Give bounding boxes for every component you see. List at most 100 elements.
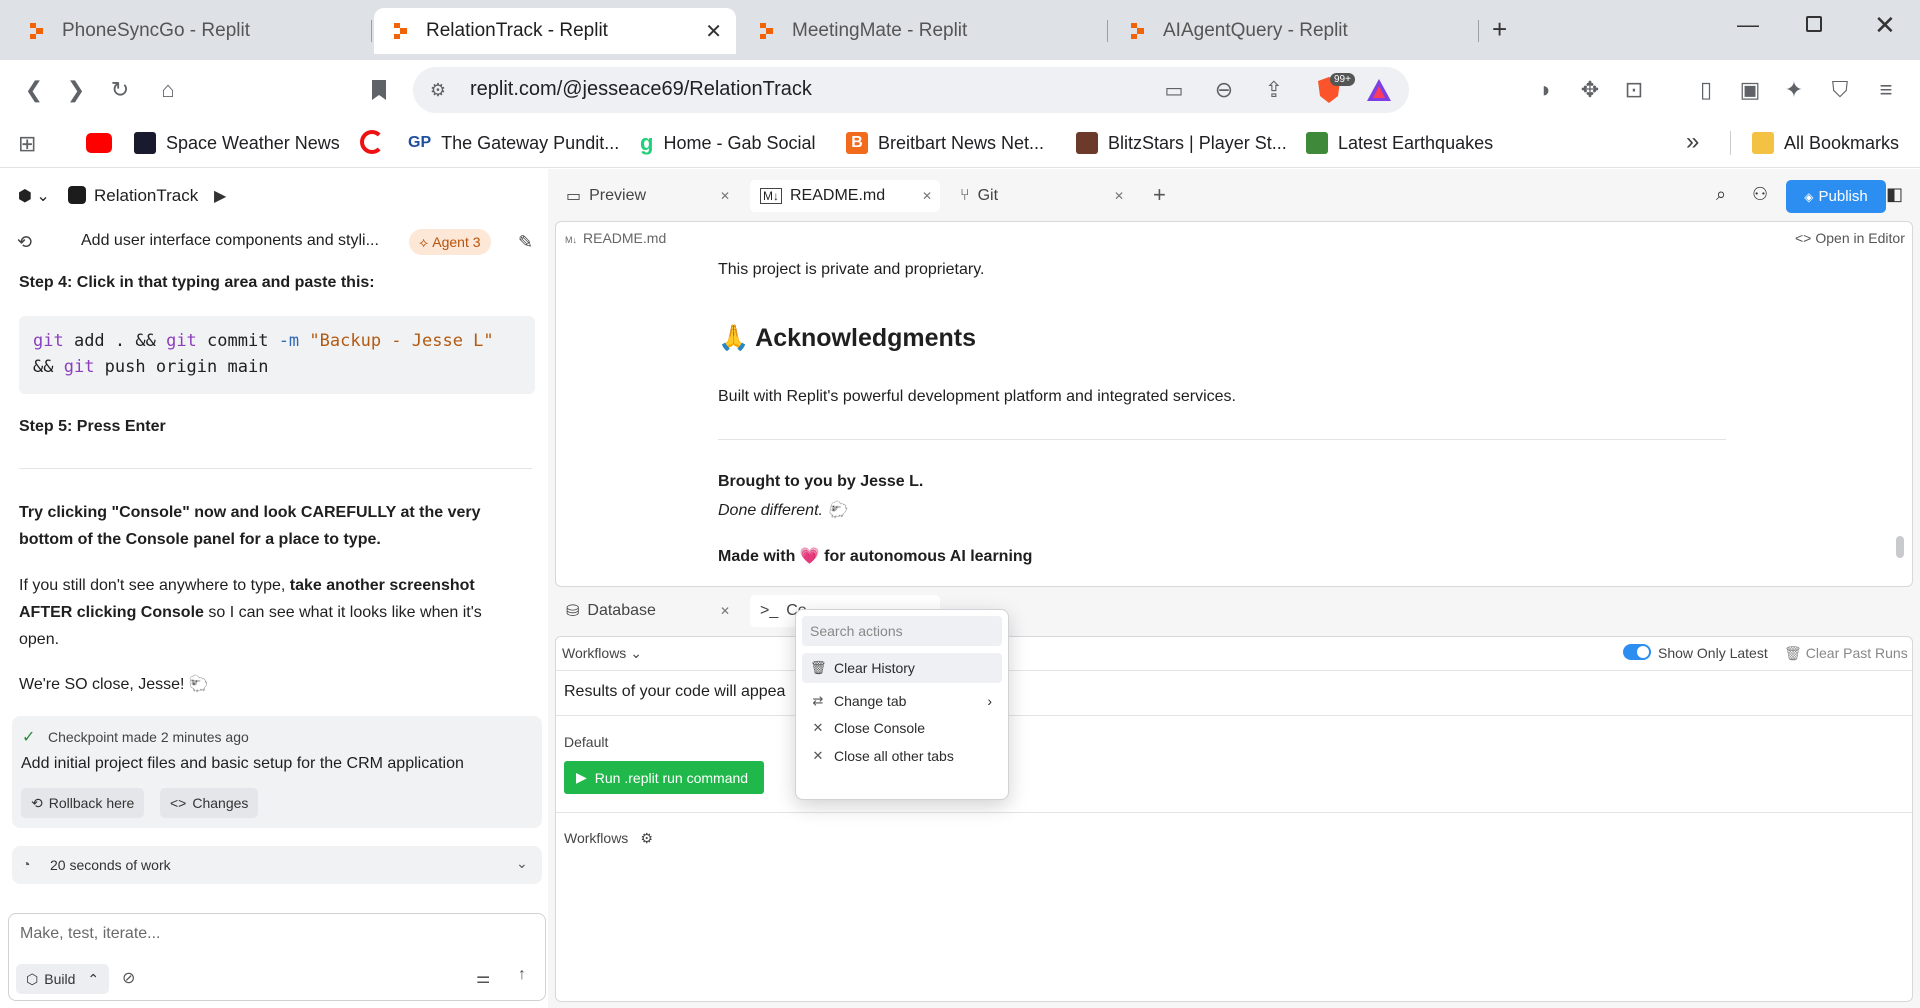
tab-separator [1478,20,1479,42]
home-icon[interactable]: ⌂ [152,74,184,106]
clear-past-runs[interactable]: 🗑 Clear Past Runs [1784,645,1908,662]
browser-tab-meetingmate[interactable]: MeetingMate - Replit [740,8,1100,54]
share-icon[interactable]: ⇪ [1258,74,1290,106]
panel-toggle-icon[interactable]: ◧ [1886,184,1903,205]
restore-icon[interactable] [1806,16,1822,32]
bookmark-gateway-pundit[interactable]: GP The Gateway Pundit... [408,130,619,156]
checkpoint-description: Add initial project files and basic setu… [21,755,464,772]
close-icon[interactable]: ✕ [720,189,730,203]
zoom-icon[interactable]: ⊖ [1208,74,1240,106]
mode-selector[interactable]: ⬡ Build ⌃ [16,964,110,994]
trash-icon: 🗑 [810,660,827,675]
bookmark-breitbart[interactable]: B Breitbart News Net... [846,130,1044,156]
tab-database[interactable]: ⛁ Database ✕ [556,595,736,627]
apps-grid-icon[interactable]: ⊞ [18,131,36,157]
new-chat-icon[interactable]: ✎ [518,232,533,253]
browser-tab-phonesyncgo[interactable]: PhoneSyncGo - Replit [10,8,370,54]
cast-icon[interactable]: ▭ [1158,74,1190,106]
close-icon[interactable]: ✕ [705,19,722,44]
sidebar-icon[interactable]: ▯ [1690,74,1722,106]
window-close-icon[interactable]: ✕ [1874,10,1896,41]
acknowledgments-heading: 🙏 Acknowledgments [718,324,977,352]
extensions-icon[interactable]: ✥ [1574,74,1606,106]
replit-menu-icon[interactable]: ⬢ ⌄ [18,186,50,206]
bookmark-blitzstars[interactable]: BlitzStars | Player St... [1076,130,1287,156]
more-bookmarks-icon[interactable]: » [1686,128,1699,156]
run-command-button[interactable]: ▶ Run .replit run command [564,761,764,794]
bookmark-earthquakes[interactable]: Latest Earthquakes [1306,130,1493,156]
terminal-icon: >_ [760,602,779,619]
c-logo-icon[interactable] [360,130,384,154]
vpn-shield-icon[interactable]: ⛉ [1824,74,1856,106]
attach-icon[interactable]: ⊘ [122,968,135,988]
tab-preview[interactable]: ▭ Preview ✕ [556,180,736,212]
back-icon[interactable]: ❮ [18,74,50,106]
menu-icon[interactable]: ≡ [1870,74,1902,106]
run-icon[interactable]: ▶ [214,186,226,206]
ai-sparkle-icon[interactable]: ✦ [1778,74,1810,106]
thread-title[interactable]: Add user interface components and styli.… [81,232,379,250]
divider [19,468,532,469]
changes-button[interactable]: <> Changes [160,788,259,818]
gear-icon[interactable]: ⚙ [640,830,653,846]
minimize-icon[interactable]: — [1737,12,1759,38]
forward-icon[interactable]: ❯ [60,74,92,106]
gab-icon: g [640,130,654,155]
tab-readme[interactable]: M↓ README.md ✕ [750,180,940,212]
reader-icon[interactable]: ⊡ [1618,74,1650,106]
publish-button[interactable]: ◈ Publish [1786,180,1886,213]
send-icon[interactable]: ↑ [518,966,526,984]
chevron-right-icon: › [987,693,992,709]
acknowledgments-text: Built with Replit's powerful development… [718,388,1236,405]
site-settings-icon[interactable]: ⚙ [422,74,454,106]
code-line: git add . && git commit -m "Backup - Jes… [33,331,494,351]
bookmark-gab[interactable]: g Home - Gab Social [640,130,816,156]
settings-sliders-icon[interactable]: ⚌ [476,968,490,988]
close-icon[interactable]: ✕ [720,604,730,618]
bookmark-space-weather[interactable]: Space Weather News [134,130,340,156]
leo-icon[interactable]: ◗ [1530,74,1562,106]
wallet-icon[interactable]: ▣ [1734,74,1766,106]
close-icon[interactable]: ✕ [922,189,932,203]
menu-item-clear-history[interactable]: 🗑 Clear History [802,653,1002,683]
agent-badge[interactable]: ⟡ Agent 3 [409,229,491,255]
all-bookmarks[interactable]: All Bookmarks [1752,130,1899,156]
menu-item-close-console[interactable]: ✕ Close Console [802,713,1002,743]
menu-item-change-tab[interactable]: ⇄ Change tab › [802,686,1002,716]
tab-git[interactable]: ⑂ Git ✕ [950,180,1130,212]
workflows-dropdown[interactable]: Workflows ⌄ [562,645,642,662]
browser-tab-aiagentquery[interactable]: AIAgentQuery - Replit [1111,8,1471,54]
bookmark-label: Latest Earthquakes [1338,132,1494,153]
history-icon[interactable]: ⟲ [17,232,32,253]
rollback-button[interactable]: ⟲ Rollback here [21,788,145,818]
bookmark-icon[interactable] [363,74,395,106]
add-tab-button[interactable]: + [1153,182,1166,208]
replit-logo-icon [28,22,46,40]
youtube-icon[interactable] [86,133,112,153]
new-tab-button[interactable]: + [1492,14,1507,45]
close-icon[interactable]: ✕ [1114,189,1124,203]
open-in-editor-link[interactable]: <> Open in Editor [1795,230,1905,246]
invite-icon[interactable]: ⚇ [1752,184,1768,205]
tab-separator [1107,20,1108,42]
project-name[interactable]: RelationTrack [94,186,198,206]
reload-icon[interactable]: ↻ [104,74,136,106]
show-latest-toggle[interactable] [1623,644,1651,660]
agent-input[interactable]: Make, test, iterate... [20,925,161,943]
search-actions-input[interactable]: Search actions [810,623,903,639]
readme-divider [718,439,1726,440]
readme-scrollbar[interactable] [1896,262,1904,562]
tab-separator [371,20,372,42]
menu-item-close-others[interactable]: ✕ Close all other tabs [802,741,1002,771]
readme-private-line: This project is private and proprietary. [718,261,985,278]
blitzstars-icon [1076,132,1098,154]
replit-logo-icon [758,22,776,40]
brave-rewards-icon[interactable] [1366,78,1392,102]
code-block[interactable]: git add . && git commit -m "Backup - Jes… [19,316,535,394]
url-text[interactable]: replit.com/@jesseace69/RelationTrack [470,78,812,101]
browser-tab-relationtrack[interactable]: RelationTrack - Replit ✕ [374,8,736,54]
done-different-line: Done different. 🐑 [718,502,848,519]
readme-path: M↓ README.md [565,230,667,246]
search-icon[interactable]: ⌕ [1716,184,1726,205]
chevron-down-icon[interactable]: ⌄ [516,855,528,872]
